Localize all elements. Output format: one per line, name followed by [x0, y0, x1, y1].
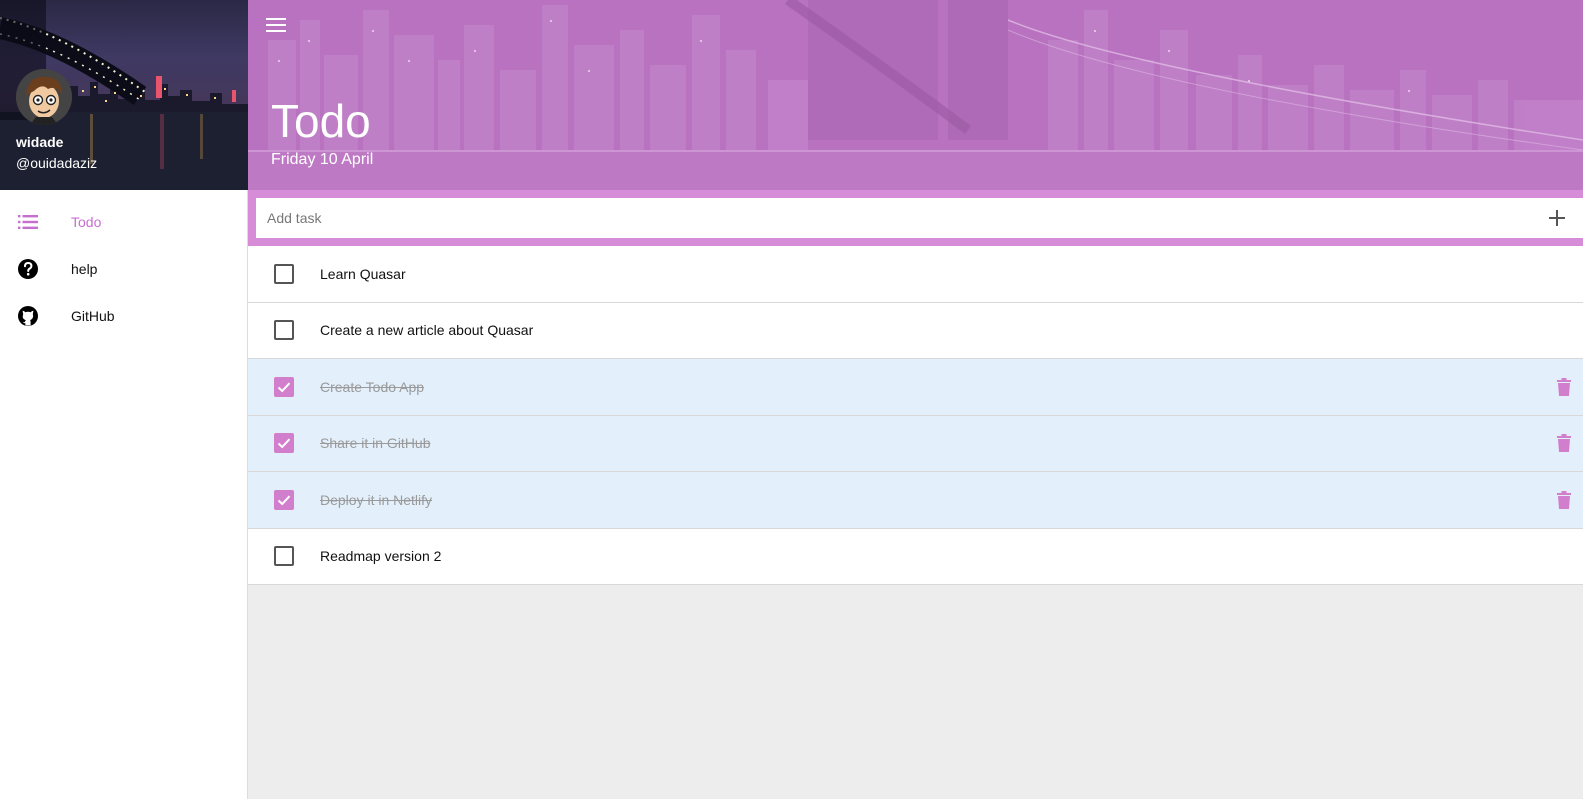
add-task-bar	[248, 190, 1583, 246]
add-task-input[interactable]	[256, 198, 1537, 238]
page-date: Friday 10 April	[271, 151, 374, 168]
check-icon	[277, 495, 291, 506]
task-row[interactable]: Readmap version 2	[248, 528, 1583, 585]
task-label: Create Todo App	[320, 378, 425, 395]
nav-label: GitHub	[71, 307, 115, 324]
menu-icon	[266, 18, 286, 32]
trash-icon	[1557, 377, 1571, 396]
menu-button[interactable]	[262, 12, 290, 38]
add-task-field	[256, 198, 1583, 238]
delete-task-button[interactable]	[1552, 375, 1576, 399]
drawer-user-handle: @ouidadaziz	[16, 155, 98, 171]
trash-icon	[1557, 434, 1571, 453]
delete-task-button[interactable]	[1552, 431, 1576, 455]
task-label: Create a new article about Quasar	[320, 322, 534, 339]
add-task-button[interactable]	[1537, 198, 1577, 238]
task-checkbox[interactable]	[274, 376, 294, 397]
nav-label: help	[71, 260, 98, 277]
task-row[interactable]: Learn Quasar	[248, 246, 1583, 303]
nav-item-github[interactable]: GitHub	[0, 292, 248, 339]
task-label: Learn Quasar	[320, 265, 406, 282]
drawer-nav: Todo help GitHub	[0, 198, 248, 339]
drawer: widade @ouidadaziz Todo help GitHub	[0, 0, 248, 799]
github-icon	[16, 304, 40, 328]
check-icon	[277, 382, 291, 393]
task-checkbox[interactable]	[274, 320, 294, 341]
city-skyline-background	[248, 0, 1583, 190]
task-list: Learn Quasar Create a new article about …	[248, 246, 1583, 585]
task-label: Readmap version 2	[320, 548, 442, 565]
avatar-cartoon-face	[16, 69, 72, 125]
check-icon	[277, 438, 291, 449]
page-header: Todo Friday 10 April	[248, 0, 1583, 190]
task-label: Share it in GitHub	[320, 435, 431, 452]
help-icon	[16, 257, 40, 281]
nav-item-help[interactable]: help	[0, 245, 248, 292]
task-checkbox[interactable]	[274, 263, 294, 284]
task-checkbox[interactable]	[274, 546, 294, 567]
drawer-header-image: widade @ouidadaziz	[0, 0, 248, 190]
nav-item-todo[interactable]: Todo	[0, 198, 248, 245]
task-row[interactable]: Create a new article about Quasar	[248, 302, 1583, 359]
task-checkbox[interactable]	[274, 489, 294, 510]
drawer-user-name: widade	[16, 134, 64, 150]
task-row[interactable]: Create Todo App	[248, 359, 1583, 416]
task-label: Deploy it in Netlify	[320, 491, 433, 508]
task-row[interactable]: Share it in GitHub	[248, 415, 1583, 472]
plus-icon	[1549, 210, 1565, 226]
nav-label: Todo	[71, 213, 102, 230]
task-checkbox[interactable]	[274, 433, 294, 454]
delete-task-button[interactable]	[1552, 488, 1576, 512]
avatar	[16, 69, 72, 125]
page-title: Todo	[271, 95, 371, 147]
trash-icon	[1557, 490, 1571, 509]
task-row[interactable]: Deploy it in Netlify	[248, 472, 1583, 529]
list-icon	[16, 210, 40, 234]
